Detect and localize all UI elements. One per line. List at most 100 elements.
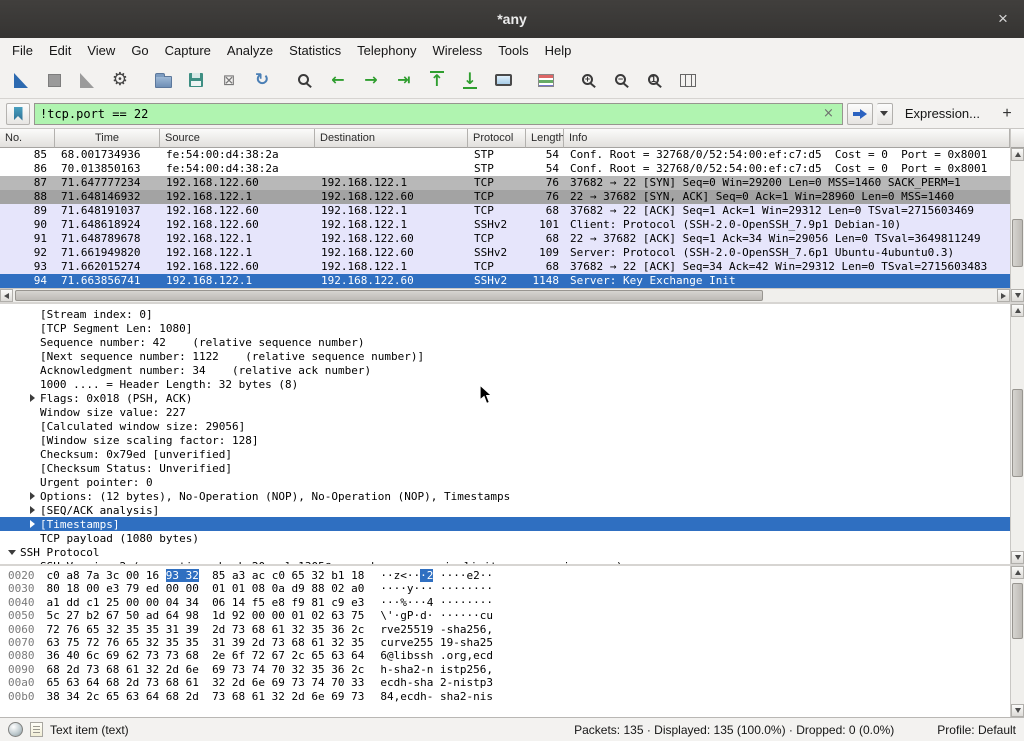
packet-row[interactable]: 8568.001734936fe:54:00:d4:38:2aSTP54Conf…	[0, 148, 1010, 162]
expert-info-icon[interactable]	[8, 722, 23, 737]
packet-list-hscrollbar[interactable]	[0, 288, 1010, 302]
hex-row[interactable]: 00b038 34 2c 65 63 64 68 2d 73 68 61 32 …	[8, 690, 1010, 703]
scroll-up-button[interactable]	[1011, 304, 1024, 317]
scroll-up-button[interactable]	[1011, 566, 1024, 579]
go-to-packet-icon[interactable]: ⇥	[389, 66, 419, 94]
vscroll-thumb[interactable]	[1012, 583, 1023, 639]
display-filter-input[interactable]: !tcp.port == 22 ×	[34, 103, 843, 125]
detail-line[interactable]: SSH Protocol	[0, 545, 1010, 559]
hscroll-thumb[interactable]	[15, 290, 763, 301]
detail-line[interactable]: [Stream index: 0]	[0, 307, 1010, 321]
capture-comment-icon[interactable]	[30, 722, 43, 737]
menu-analyze[interactable]: Analyze	[219, 40, 281, 61]
filter-bookmark-button[interactable]	[6, 103, 30, 125]
expander-icon[interactable]	[4, 550, 20, 555]
column-header-info[interactable]: Info	[564, 129, 1010, 148]
filter-add-button[interactable]: +	[996, 103, 1018, 125]
menu-wireless[interactable]: Wireless	[424, 40, 490, 61]
hex-row[interactable]: 0020c0 a8 7a 3c 00 16 93 32 85 a3 ac c0 …	[8, 569, 1010, 582]
packet-row[interactable]: 9471.663856741192.168.122.1192.168.122.6…	[0, 274, 1010, 288]
first-packet-icon[interactable]: ↑	[422, 66, 452, 94]
packet-row[interactable]: 8971.648191037192.168.122.60192.168.122.…	[0, 204, 1010, 218]
details-vscrollbar[interactable]	[1010, 304, 1024, 564]
last-packet-icon[interactable]: ↓	[455, 66, 485, 94]
vscroll-thumb[interactable]	[1012, 219, 1023, 267]
hex-row[interactable]: 009068 2d 73 68 61 32 2d 6e 69 73 74 70 …	[8, 663, 1010, 676]
menu-capture[interactable]: Capture	[157, 40, 219, 61]
column-header-no[interactable]: No.	[0, 129, 55, 148]
status-profile[interactable]: Profile: Default	[937, 723, 1016, 737]
detail-line[interactable]: [Next sequence number: 1122 (relative se…	[0, 349, 1010, 363]
column-header-destination[interactable]: Destination	[315, 129, 468, 148]
capture-options-icon[interactable]: ⚙	[105, 66, 135, 94]
open-file-icon[interactable]	[148, 66, 178, 94]
restart-capture-icon[interactable]	[72, 66, 102, 94]
hex-row[interactable]: 007063 75 72 76 65 32 35 35 31 39 2d 73 …	[8, 636, 1010, 649]
packet-row[interactable]: 8670.013850163fe:54:00:d4:38:2aSTP54Conf…	[0, 162, 1010, 176]
packet-row[interactable]: 8871.648146932192.168.122.1192.168.122.6…	[0, 190, 1010, 204]
go-back-icon[interactable]: ←	[323, 66, 353, 94]
column-header-length[interactable]: Length	[526, 129, 564, 148]
expander-icon[interactable]	[24, 520, 40, 528]
detail-line[interactable]: [Timestamps]	[0, 517, 1010, 531]
resize-columns-icon[interactable]	[673, 66, 703, 94]
packet-row[interactable]: 9171.648789678192.168.122.1192.168.122.6…	[0, 232, 1010, 246]
hex-row[interactable]: 008036 40 6c 69 62 73 73 68 2e 6f 72 67 …	[8, 649, 1010, 662]
auto-scroll-icon[interactable]	[488, 66, 518, 94]
filter-history-dropdown[interactable]	[877, 103, 893, 125]
window-close-button[interactable]: ×	[992, 8, 1014, 30]
menu-view[interactable]: View	[79, 40, 123, 61]
detail-line[interactable]: TCP payload (1080 bytes)	[0, 531, 1010, 545]
packet-row[interactable]: 9371.662015274192.168.122.60192.168.122.…	[0, 260, 1010, 274]
detail-line[interactable]: Checksum: 0x79ed [unverified]	[0, 447, 1010, 461]
expander-icon[interactable]	[24, 506, 40, 514]
packet-list-vscrollbar[interactable]	[1010, 129, 1024, 302]
hex-row[interactable]: 003080 18 00 e3 79 ed 00 00 01 01 08 0a …	[8, 582, 1010, 595]
detail-line[interactable]: Urgent pointer: 0	[0, 475, 1010, 489]
vscroll-track[interactable]	[1011, 579, 1024, 704]
vscroll-track[interactable]	[1011, 161, 1024, 289]
packet-row[interactable]: 9271.661949820192.168.122.1192.168.122.6…	[0, 246, 1010, 260]
packet-row[interactable]: 9071.648618924192.168.122.60192.168.122.…	[0, 218, 1010, 232]
vscroll-track[interactable]	[1011, 317, 1024, 551]
zoom-original-icon[interactable]: 1	[640, 66, 670, 94]
go-forward-icon[interactable]: →	[356, 66, 386, 94]
menu-help[interactable]: Help	[537, 40, 580, 61]
start-capture-icon[interactable]	[6, 66, 36, 94]
column-header-source[interactable]: Source	[160, 129, 315, 148]
packet-row[interactable]: 8771.647777234192.168.122.60192.168.122.…	[0, 176, 1010, 190]
detail-line[interactable]: Window size value: 227	[0, 405, 1010, 419]
bytes-vscrollbar[interactable]	[1010, 566, 1024, 717]
detail-line[interactable]: Sequence number: 42 (relative sequence n…	[0, 335, 1010, 349]
scroll-down-button[interactable]	[1011, 551, 1024, 564]
detail-line[interactable]: Acknowledgment number: 34 (relative ack …	[0, 363, 1010, 377]
hex-row[interactable]: 0040a1 dd c1 25 00 00 04 34 06 14 f5 e8 …	[8, 596, 1010, 609]
menu-go[interactable]: Go	[123, 40, 156, 61]
detail-line[interactable]: [Calculated window size: 29056]	[0, 419, 1010, 433]
menu-statistics[interactable]: Statistics	[281, 40, 349, 61]
detail-line[interactable]: Options: (12 bytes), No-Operation (NOP),…	[0, 489, 1010, 503]
filter-text[interactable]: !tcp.port == 22	[40, 107, 148, 121]
detail-line[interactable]: [SEQ/ACK analysis]	[0, 503, 1010, 517]
hex-row[interactable]: 00a065 63 64 68 2d 73 68 61 32 2d 6e 69 …	[8, 676, 1010, 689]
titlebar[interactable]: *any ×	[0, 0, 1024, 38]
colorize-icon[interactable]	[531, 66, 561, 94]
reload-icon[interactable]: ↻	[247, 66, 277, 94]
detail-line[interactable]: [TCP Segment Len: 1080]	[0, 321, 1010, 335]
detail-line[interactable]: [Window size scaling factor: 128]	[0, 433, 1010, 447]
find-packet-icon[interactable]	[290, 66, 320, 94]
detail-line[interactable]: Flags: 0x018 (PSH, ACK)	[0, 391, 1010, 405]
scroll-left-button[interactable]	[0, 289, 13, 302]
scroll-right-button[interactable]	[997, 289, 1010, 302]
menu-telephony[interactable]: Telephony	[349, 40, 424, 61]
close-file-icon[interactable]: ⊠	[214, 66, 244, 94]
expander-icon[interactable]	[24, 492, 40, 500]
filter-clear-icon[interactable]: ×	[820, 106, 837, 121]
menu-tools[interactable]: Tools	[490, 40, 536, 61]
zoom-in-icon[interactable]: +	[574, 66, 604, 94]
menu-file[interactable]: File	[4, 40, 41, 61]
scroll-down-button[interactable]	[1011, 704, 1024, 717]
save-file-icon[interactable]	[181, 66, 211, 94]
expression-button[interactable]: Expression...	[897, 103, 988, 125]
hex-row[interactable]: 006072 76 65 32 35 35 31 39 2d 73 68 61 …	[8, 623, 1010, 636]
